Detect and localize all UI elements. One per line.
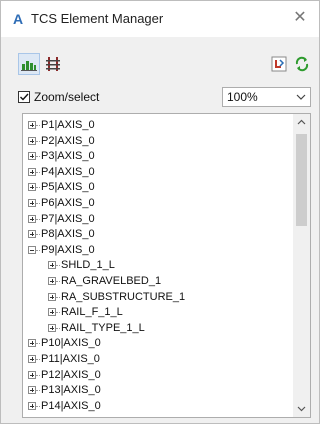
tree-connector bbox=[36, 125, 40, 126]
tree-node-label: P2|AXIS_0 bbox=[41, 134, 95, 147]
expand-icon[interactable] bbox=[28, 230, 36, 239]
tree-connector bbox=[36, 140, 40, 142]
expand-icon[interactable] bbox=[28, 386, 36, 395]
tree-node-label: SHLD_1_L bbox=[61, 259, 115, 272]
tree-node-label: RAIL_TYPE_1_L bbox=[61, 321, 145, 334]
tree-node-label: P3|AXIS_0 bbox=[41, 150, 95, 163]
expand-icon[interactable] bbox=[48, 323, 56, 332]
tree-connector bbox=[56, 265, 60, 267]
tree-node-label: P7|AXIS_0 bbox=[41, 212, 95, 225]
expand-icon[interactable] bbox=[28, 370, 36, 379]
expand-icon[interactable] bbox=[28, 339, 36, 348]
zoom-level-value: 100% bbox=[227, 90, 258, 104]
tree-connector bbox=[56, 281, 60, 282]
expand-icon[interactable] bbox=[48, 277, 56, 285]
tree-node-label: P5|AXIS_0 bbox=[41, 181, 95, 194]
tree-connector bbox=[56, 312, 60, 314]
tree-connector bbox=[36, 343, 40, 345]
expand-icon[interactable] bbox=[28, 355, 36, 363]
structure-view-button[interactable] bbox=[42, 53, 64, 75]
checkmark-icon bbox=[20, 93, 29, 101]
zoom-row: Zoom/select 100% bbox=[1, 85, 319, 111]
tree-node-label: RA_GRAVELBED_1 bbox=[61, 275, 162, 287]
toolbar bbox=[1, 37, 319, 85]
tree-node-label: P1|AXIS_0 bbox=[41, 119, 95, 131]
tree-connector bbox=[36, 374, 40, 376]
app-logo-icon: A bbox=[12, 11, 24, 27]
tree-connector bbox=[36, 218, 40, 220]
scroll-down-button[interactable] bbox=[293, 400, 310, 417]
export-icon bbox=[271, 56, 287, 72]
refresh-button[interactable] bbox=[291, 53, 313, 75]
scroll-thumb[interactable] bbox=[296, 134, 307, 226]
tree-node-label: P14|AXIS_0 bbox=[41, 399, 101, 412]
tree-node-label: P11|AXIS_0 bbox=[41, 353, 100, 365]
tree-connector bbox=[36, 359, 40, 360]
element-tree[interactable]: P14|AXIS_0 P13|AXIS_0 P12|AXIS_0 P11|AXIS_0… bbox=[22, 113, 311, 418]
chevron-down-icon bbox=[296, 94, 306, 100]
expand-icon[interactable] bbox=[28, 401, 36, 410]
tree-node-label: P6|AXIS_0 bbox=[41, 197, 95, 209]
tree-node-label: P9|AXIS_0 bbox=[41, 243, 95, 256]
buildings-view-icon bbox=[21, 61, 37, 71]
expand-icon[interactable] bbox=[48, 308, 56, 317]
tree-scrollbar[interactable] bbox=[293, 114, 310, 417]
expand-icon[interactable] bbox=[28, 214, 36, 223]
tree-node-label: P8|AXIS_0 bbox=[41, 228, 95, 241]
tree-connector bbox=[36, 249, 40, 251]
tree-node-label: P4|AXIS_0 bbox=[41, 165, 95, 178]
zoom-level-select[interactable]: 100% bbox=[222, 87, 311, 107]
tree-connector bbox=[56, 296, 60, 298]
view-mode-button[interactable] bbox=[18, 53, 40, 75]
expand-icon[interactable] bbox=[48, 261, 56, 270]
expand-icon[interactable] bbox=[28, 199, 36, 207]
tree-connector bbox=[36, 390, 40, 392]
element-manager-window: A TCS Element Manager ✕ Zoom/select 100%… bbox=[0, 0, 320, 424]
tree-node-label: P13|AXIS_0 bbox=[41, 384, 101, 397]
chevron-down-icon bbox=[297, 406, 306, 412]
expand-icon[interactable] bbox=[28, 183, 36, 192]
expand-icon[interactable] bbox=[28, 167, 36, 176]
tree-connector bbox=[56, 327, 60, 329]
expand-icon[interactable] bbox=[48, 292, 56, 301]
tree-node-label: RA_SUBSTRUCTURE_1 bbox=[61, 290, 186, 303]
tree-connector bbox=[36, 156, 40, 158]
ladder-structure-icon bbox=[46, 57, 60, 71]
chevron-up-icon bbox=[297, 119, 306, 125]
tree-connector bbox=[36, 234, 40, 236]
zoom-select-checkbox[interactable] bbox=[18, 91, 30, 103]
expand-icon[interactable] bbox=[28, 136, 36, 145]
tree-connector bbox=[36, 405, 40, 407]
expand-icon[interactable] bbox=[28, 152, 36, 161]
window-title: TCS Element Manager bbox=[31, 11, 164, 26]
zoom-select-label: Zoom/select bbox=[34, 90, 100, 104]
collapse-icon[interactable] bbox=[28, 245, 36, 254]
title-bar: A TCS Element Manager ✕ bbox=[1, 1, 319, 37]
tree-node-label: P12|AXIS_0 bbox=[41, 368, 101, 381]
tree-connector bbox=[36, 171, 40, 173]
expand-icon[interactable] bbox=[28, 121, 36, 129]
tree-node-label: P10|AXIS_0 bbox=[41, 337, 101, 350]
tree-node-label: RAIL_F_1_L bbox=[61, 306, 123, 319]
tree-connector bbox=[36, 187, 40, 189]
export-button[interactable] bbox=[268, 53, 290, 75]
refresh-icon bbox=[295, 56, 309, 72]
scroll-up-button[interactable] bbox=[293, 114, 310, 131]
close-icon[interactable]: ✕ bbox=[291, 9, 309, 27]
tree-connector bbox=[36, 203, 40, 204]
